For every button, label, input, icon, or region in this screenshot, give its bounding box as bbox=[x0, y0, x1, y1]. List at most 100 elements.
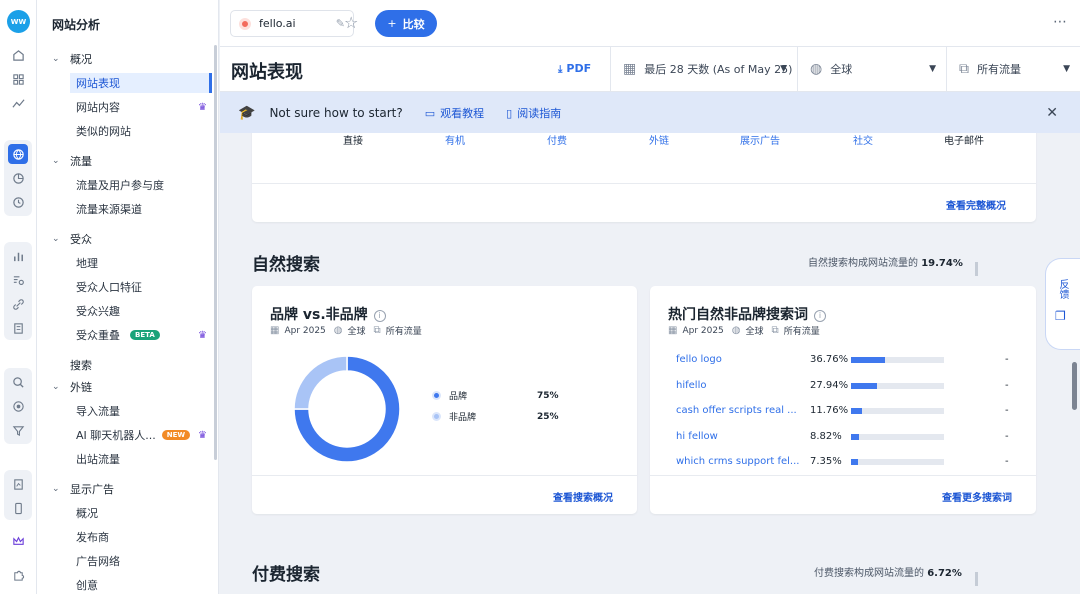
channel-label: 电子邮件 bbox=[944, 136, 984, 147]
keyword-link[interactable]: cash offer scripts real ... bbox=[676, 405, 797, 416]
pie-icon[interactable] bbox=[8, 168, 28, 188]
trend-icon[interactable] bbox=[8, 93, 28, 113]
sidebar-item-geography[interactable]: 地理 bbox=[70, 253, 212, 273]
see-search-overview-link[interactable]: 查看搜索概况 bbox=[553, 489, 613, 504]
sidebar-item-website-performance[interactable]: 网站表现 bbox=[70, 73, 212, 93]
search-list-icon[interactable] bbox=[8, 270, 28, 290]
keyword-change: - bbox=[1005, 379, 1009, 391]
sidebar-item-ai-chatbots[interactable]: AI 聊天机器人... NEW ♛ bbox=[70, 425, 212, 445]
card-meta: ▦ Apr 2025 ◍ 全球 ⧉ 所有流量 bbox=[668, 325, 820, 337]
keyword-share-fill bbox=[851, 433, 860, 440]
book-icon: ▯ bbox=[506, 106, 513, 120]
domain-chip[interactable]: fello.ai ✎ bbox=[230, 10, 354, 37]
section-search[interactable]: 搜索 bbox=[52, 357, 92, 373]
doc-icon[interactable] bbox=[8, 318, 28, 338]
pdf-button[interactable]: ⤓ PDF bbox=[558, 62, 591, 75]
info-icon[interactable]: i bbox=[373, 310, 386, 322]
legend-item-nonbrand[interactable]: 非品牌 25% bbox=[432, 410, 562, 423]
traffic-filter[interactable]: ⧉ 所有流量 ▼ bbox=[946, 47, 1080, 91]
sidebar-item-demographics[interactable]: 受众人口特征 bbox=[70, 277, 212, 297]
keyword-link[interactable]: hi fellow bbox=[676, 431, 718, 442]
compare-button[interactable]: + 比较 bbox=[375, 10, 437, 37]
chevron-down-icon: ⌄ bbox=[52, 484, 60, 494]
sidebar-item-similar-sites[interactable]: 类似的网站 bbox=[70, 121, 212, 141]
channel-label: 直接 bbox=[343, 136, 363, 147]
legend-item-brand[interactable]: 品牌 75% bbox=[432, 389, 562, 402]
card-footer: 查看完整概况 bbox=[252, 183, 1036, 222]
read-guide-link[interactable]: ▯ 阅读指南 bbox=[506, 105, 561, 121]
sidebar-item-traffic-engagement[interactable]: 流量及用户参与度 bbox=[70, 175, 212, 195]
watch-tutorial-link[interactable]: ▭ 观看教程 bbox=[425, 105, 484, 121]
see-full-overview-link[interactable]: 查看完整概况 bbox=[946, 197, 1006, 212]
keyword-link[interactable]: hifello bbox=[676, 380, 706, 391]
calendar-icon: ▦ bbox=[623, 61, 637, 77]
puzzle-icon[interactable] bbox=[8, 565, 28, 585]
channel-label[interactable]: 社交 bbox=[853, 133, 873, 147]
sidebar-scrollbar[interactable] bbox=[214, 45, 217, 460]
device-icon: ⧉ bbox=[771, 325, 779, 336]
see-more-keywords-link[interactable]: 查看更多搜索词 bbox=[942, 489, 1012, 504]
channel-label[interactable]: 有机 bbox=[445, 133, 465, 147]
report-icon[interactable] bbox=[8, 474, 28, 494]
funnel-icon[interactable] bbox=[8, 420, 28, 440]
sidebar-item-incoming-traffic[interactable]: 导入流量 bbox=[70, 401, 212, 421]
paid-section-title: 付费搜索 bbox=[252, 565, 320, 585]
app-logo[interactable]: WW bbox=[7, 10, 30, 33]
sidebar-item-audience-overlap[interactable]: 受众重叠 BETA ♛ bbox=[70, 325, 212, 345]
star-icon[interactable]: ☆ bbox=[344, 13, 358, 32]
home-icon[interactable] bbox=[8, 45, 28, 65]
close-icon[interactable]: ✕ bbox=[1046, 105, 1058, 121]
keyword-link[interactable]: which crms support fel... bbox=[676, 456, 799, 467]
date-filter[interactable]: ▦ 最后 28 天数 (As of May 25) ▼ bbox=[610, 47, 797, 91]
keyword-share-bar bbox=[851, 382, 944, 389]
bar-chart-icon[interactable] bbox=[8, 246, 28, 266]
link-icon[interactable] bbox=[8, 294, 28, 314]
share-indicator bbox=[975, 572, 978, 586]
keyword-share: 11.76% bbox=[810, 405, 849, 416]
sidebar-item-publishers[interactable]: 发布商 bbox=[70, 527, 212, 547]
donut-slice-nonbrand[interactable] bbox=[293, 355, 348, 410]
section-audience[interactable]: ⌄ 受众 bbox=[52, 231, 92, 247]
sidebar-item-outgoing-traffic[interactable]: 出站流量 bbox=[70, 449, 212, 469]
sidebar-item-creatives[interactable]: 创意 bbox=[70, 575, 212, 594]
section-referrals[interactable]: ⌄ 外链 bbox=[52, 379, 92, 395]
target-icon[interactable] bbox=[8, 396, 28, 416]
dashboard-icon[interactable] bbox=[8, 69, 28, 89]
card-title: 品牌 vs.非品牌 i bbox=[270, 304, 386, 324]
top-bar: fello.ai ✎ ☆ + 比较 ⋯ bbox=[220, 0, 1080, 47]
share-indicator bbox=[975, 262, 978, 276]
channel-label[interactable]: 展示广告 bbox=[740, 133, 780, 147]
sidebar-item-website-content[interactable]: 网站内容 ♛ bbox=[70, 97, 212, 117]
crown-icon[interactable] bbox=[8, 531, 28, 551]
feedback-tab[interactable]: 反馈 ❐ bbox=[1045, 258, 1080, 350]
section-traffic[interactable]: ⌄ 流量 bbox=[52, 153, 92, 169]
info-icon[interactable]: i bbox=[814, 310, 826, 322]
sidebar-item-ad-networks[interactable]: 广告网络 bbox=[70, 551, 212, 571]
main-content: 直接 有机 付费 外链 展示广告 社交 电子邮件 查看完整概况 自然搜索 自然搜… bbox=[220, 133, 1080, 594]
section-display-ads[interactable]: ⌄ 显示广告 bbox=[52, 481, 114, 497]
chevron-down-icon: ▼ bbox=[929, 64, 936, 74]
sidebar-item-interests[interactable]: 受众兴趣 bbox=[70, 301, 212, 321]
section-overview[interactable]: ⌄ 概况 bbox=[52, 51, 92, 67]
sidebar-item-traffic-channels[interactable]: 流量来源渠道 bbox=[70, 199, 212, 219]
clock-icon[interactable] bbox=[8, 192, 28, 212]
more-options-icon[interactable]: ⋯ bbox=[1053, 14, 1068, 30]
channel-label[interactable]: 外链 bbox=[649, 133, 669, 147]
globe-icon[interactable] bbox=[8, 144, 28, 164]
mobile-icon[interactable] bbox=[8, 498, 28, 518]
keyword-link[interactable]: fello logo bbox=[676, 354, 722, 365]
globe-icon: ◍ bbox=[731, 325, 741, 336]
channel-label[interactable]: 付费 bbox=[547, 133, 567, 147]
chevron-down-icon: ⌄ bbox=[52, 382, 60, 392]
paid-share-text: 付费搜索构成网站流量的 6.72% bbox=[814, 568, 962, 579]
keyword-share-fill bbox=[851, 459, 858, 465]
keyword-share-fill bbox=[851, 408, 862, 414]
organic-share-text: 自然搜索构成网站流量的 19.74% bbox=[808, 258, 963, 269]
chevron-down-icon: ⌄ bbox=[52, 54, 60, 64]
keyword-share: 7.35% bbox=[810, 456, 842, 467]
sidebar-item-ads-overview[interactable]: 概况 bbox=[70, 503, 212, 523]
region-filter[interactable]: ◍ 全球 ▼ bbox=[797, 47, 946, 91]
magnify-icon[interactable] bbox=[8, 372, 28, 392]
page-scrollbar[interactable] bbox=[1072, 362, 1077, 410]
keyword-share-bar bbox=[851, 408, 944, 414]
